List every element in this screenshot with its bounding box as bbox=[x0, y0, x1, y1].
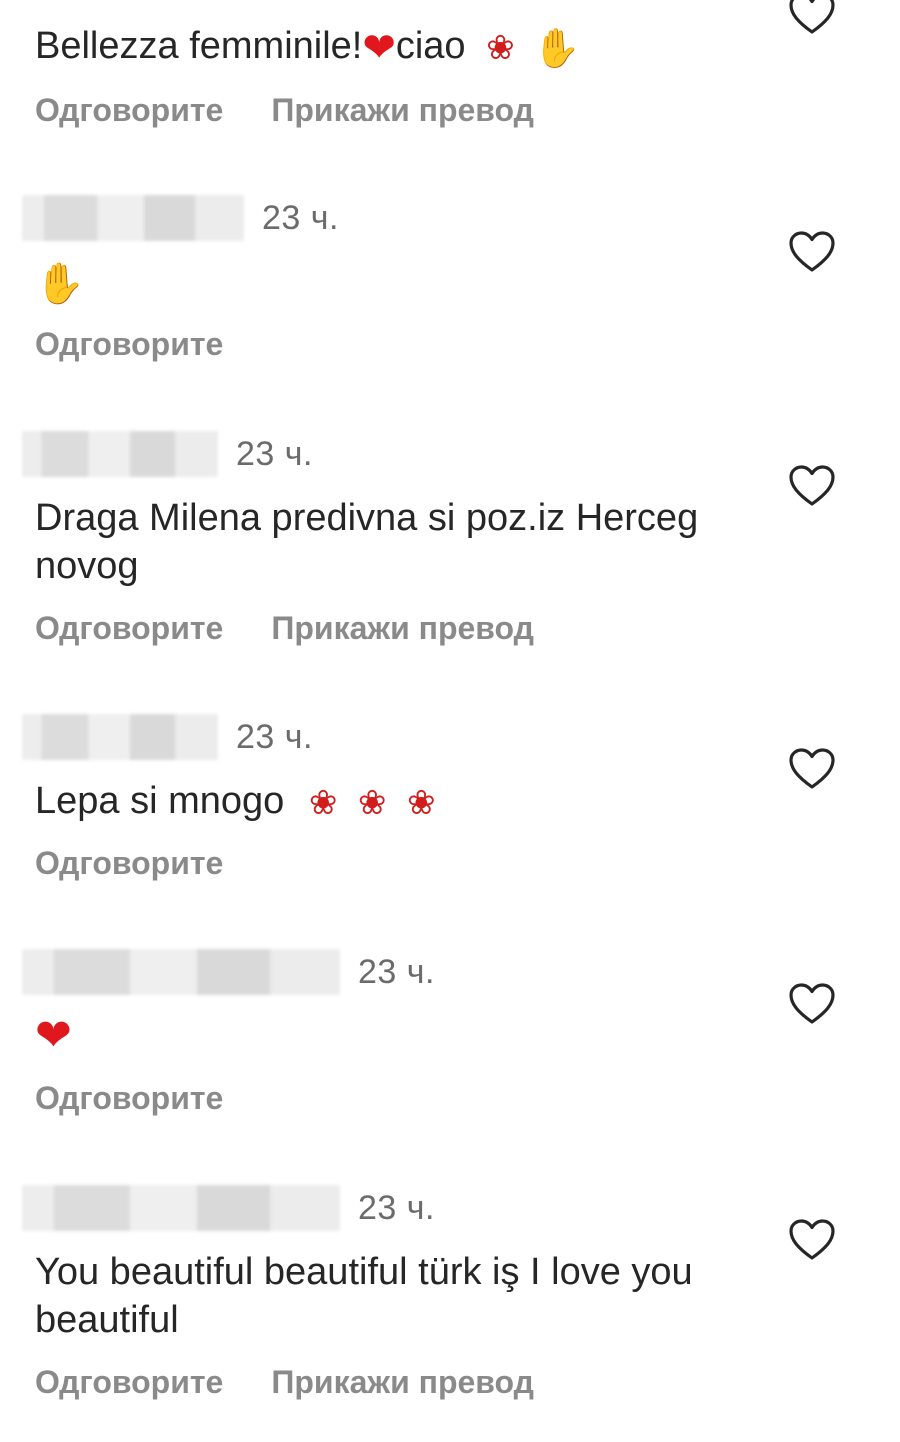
comment-meta: 23 ч. bbox=[22, 194, 339, 242]
rose-emoji: ❀ bbox=[308, 782, 338, 823]
comment-text: Draga Milena predivna si poz.iz Herceg n… bbox=[35, 497, 699, 587]
comment-timestamp: 23 ч. bbox=[236, 434, 313, 473]
blurred-username[interactable] bbox=[22, 195, 244, 241]
comment-actions: Одговорите Прикажи превод bbox=[35, 610, 534, 647]
show-translation-button[interactable]: Прикажи превод bbox=[271, 1364, 534, 1401]
comment-actions: Одговорите Прикажи превод bbox=[35, 92, 534, 129]
comment-text: ✋ bbox=[35, 258, 775, 308]
comment-timestamp: 23 ч. bbox=[262, 198, 339, 237]
like-heart-icon[interactable] bbox=[788, 230, 836, 274]
comment-meta: 23 ч. bbox=[22, 713, 313, 761]
reply-button[interactable]: Одговорите bbox=[35, 92, 223, 129]
comment-text: ❤ bbox=[35, 1010, 775, 1060]
red-heart-emoji: ❤ bbox=[362, 24, 396, 71]
reply-button[interactable]: Одговорите bbox=[35, 610, 223, 647]
reply-button[interactable]: Одговорите bbox=[35, 1364, 223, 1401]
comment-actions: Одговорите bbox=[35, 1080, 223, 1117]
reply-button[interactable]: Одговорите bbox=[35, 845, 223, 882]
comment-text-part: Bellezza femminile! bbox=[35, 25, 363, 67]
comment-actions: Одговорите bbox=[35, 845, 223, 882]
comment-timestamp: 23 ч. bbox=[236, 717, 313, 756]
comment-text-part: Lepa si mnogo bbox=[35, 780, 285, 822]
comment-meta: 23 ч. bbox=[22, 430, 313, 478]
clapping-hands-emoji: ✋ bbox=[35, 260, 85, 307]
rose-emoji: ❀ bbox=[406, 782, 436, 823]
like-heart-icon[interactable] bbox=[788, 747, 836, 791]
comment-timestamp: 23 ч. bbox=[358, 952, 435, 991]
blurred-username[interactable] bbox=[22, 1185, 340, 1231]
rose-emoji: ❀ bbox=[357, 782, 387, 823]
comment-text: Lepa si mnogo ❀ ❀ ❀ bbox=[35, 777, 775, 827]
blurred-username[interactable] bbox=[22, 949, 340, 995]
comment-text: You beautiful beautiful türk iş I love y… bbox=[35, 1251, 693, 1341]
like-heart-icon[interactable] bbox=[788, 0, 836, 36]
comment-meta: 23 ч. bbox=[22, 948, 435, 996]
raised-hand-emoji: ✋ bbox=[533, 25, 581, 70]
comment-actions: Одговорите Прикажи превод bbox=[35, 1364, 534, 1401]
show-translation-button[interactable]: Прикажи превод bbox=[271, 92, 534, 129]
comment-text-part: ciao bbox=[395, 25, 466, 67]
blurred-username[interactable] bbox=[22, 431, 218, 477]
comment-text: Bellezza femminile!❤ciao ❀ ✋ bbox=[35, 22, 775, 72]
show-translation-button[interactable]: Прикажи превод bbox=[271, 610, 534, 647]
like-heart-icon[interactable] bbox=[788, 982, 836, 1026]
comment-meta: 23 ч. bbox=[22, 1184, 435, 1232]
comment-timestamp: 23 ч. bbox=[358, 1188, 435, 1227]
blurred-username[interactable] bbox=[22, 714, 218, 760]
reply-button[interactable]: Одговорите bbox=[35, 1080, 223, 1117]
reply-button[interactable]: Одговорите bbox=[35, 326, 223, 363]
like-heart-icon[interactable] bbox=[788, 464, 836, 508]
like-heart-icon[interactable] bbox=[788, 1218, 836, 1262]
comment-actions: Одговорите bbox=[35, 326, 223, 363]
rose-emoji: ❀ bbox=[486, 27, 515, 68]
red-heart-emoji: ❤ bbox=[35, 1009, 72, 1061]
